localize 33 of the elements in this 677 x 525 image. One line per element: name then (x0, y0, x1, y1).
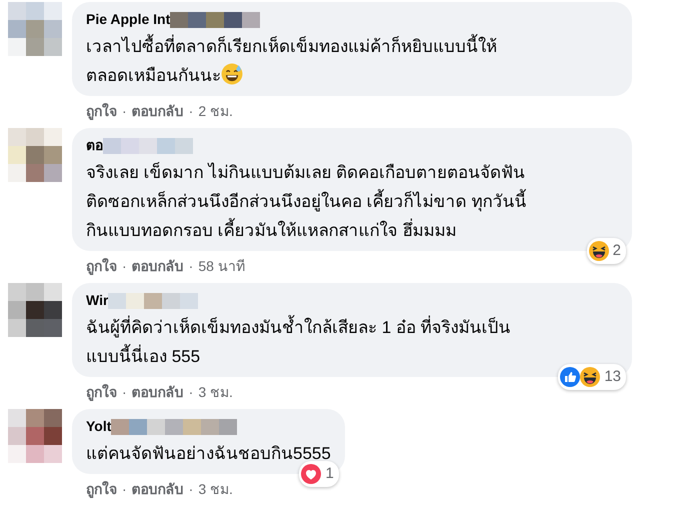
avatar[interactable] (8, 283, 62, 337)
reaction-summary[interactable]: 2 (586, 238, 626, 264)
comment-text: เวลาไปซื้อที่ตลาดก็เรียกเห็ดเข็มทองแม่ค้าก็หยิบแบบนี้ให้ ตลอดเหมือนกันนะ (86, 32, 618, 90)
separator-dot: · (122, 257, 127, 276)
author-name[interactable]: Yolt (86, 417, 112, 435)
action-link[interactable]: ถูกใจ (86, 101, 117, 123)
author-name[interactable]: ตอ (86, 136, 103, 154)
reaction-summary[interactable]: 13 (558, 364, 626, 390)
action-link[interactable]: ถูกใจ (86, 382, 117, 404)
timestamp: 2 ชม. (198, 102, 233, 121)
timestamp: 3 ชม. (198, 383, 233, 402)
timestamp: 58 นาที (198, 257, 245, 276)
reaction-summary[interactable]: 1 (299, 460, 339, 487)
separator-dot: · (122, 383, 127, 402)
separator-dot: · (188, 383, 194, 402)
reaction-count: 2 (612, 240, 621, 260)
action-link[interactable]: ถูกใจ (86, 479, 117, 501)
author-name[interactable]: Wir (86, 291, 108, 309)
comment-text: จริงเลย เข็ดมาก ไม่กินแบบต้มเลย ติดคอเกือบตายตอนจัดฟัน ติดซอกเหล็กส่วนนึงอีกส่วนนึงอยู่ในคอ เคี้ยวก็ไม่ขาด ทุกวันนี้ กินแบบทอดกรอบ เคี้ยวมันให้แหลกสาแก่ใจ ฮึ่มมมม (86, 161, 528, 242)
reaction-count: 1 (325, 464, 334, 484)
action-link[interactable]: ตอบกลับ (132, 101, 184, 123)
separator-dot: · (122, 480, 127, 499)
timestamp: 3 ชม. (198, 480, 233, 499)
action-link[interactable]: ถูกใจ (86, 256, 117, 278)
separator-dot: · (188, 257, 194, 276)
action-link[interactable]: ตอบกลับ (132, 479, 184, 501)
avatar[interactable] (8, 409, 62, 463)
action-link[interactable]: ตอบกลับ (132, 382, 184, 404)
action-link[interactable]: ตอบกลับ (132, 256, 184, 278)
separator-dot: · (122, 102, 127, 121)
author-name[interactable]: Pie Apple Int (86, 10, 170, 28)
separator-dot: · (188, 480, 194, 499)
separator-dot: · (188, 102, 194, 121)
